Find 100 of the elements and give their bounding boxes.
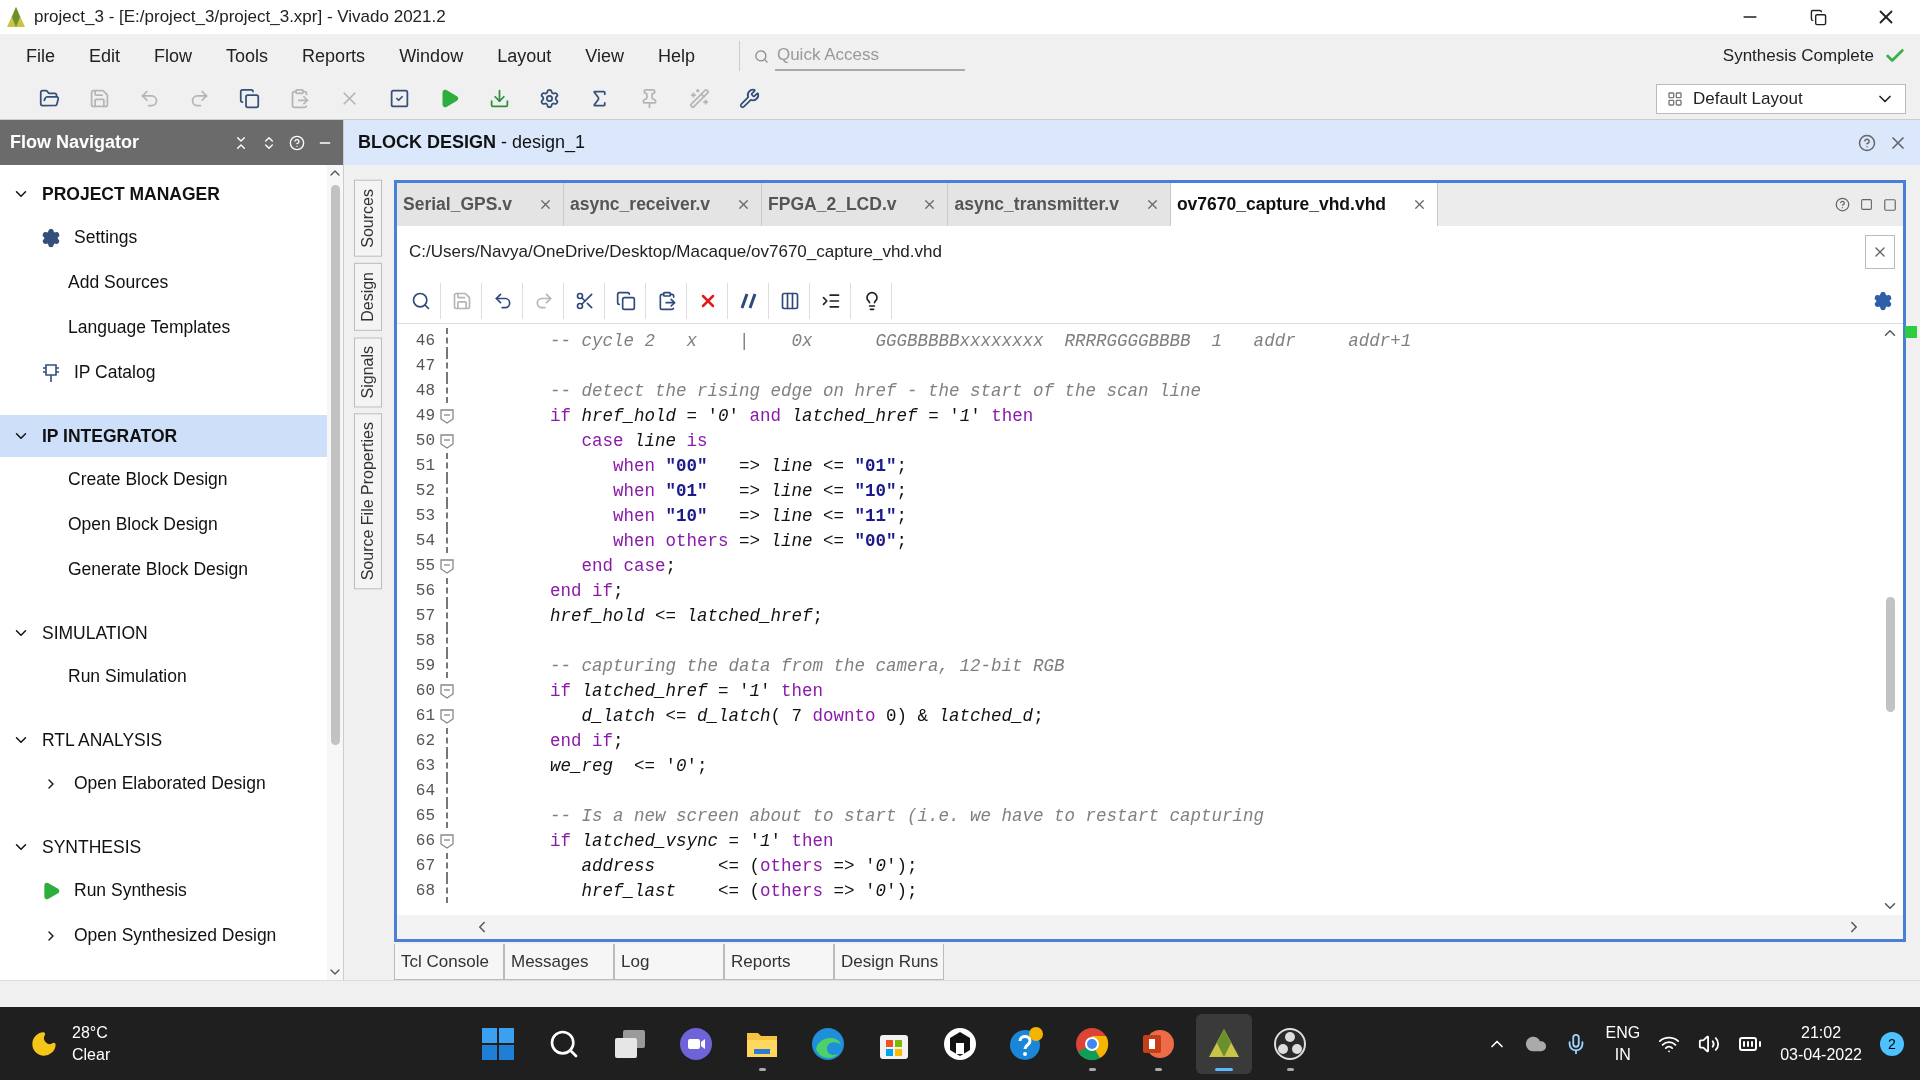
fold-icon[interactable] (438, 431, 456, 450)
temperature: 28°C (72, 1022, 109, 1043)
panel-title: BLOCK DESIGN - design_1 (358, 132, 587, 153)
menu-item[interactable]: File (26, 45, 55, 67)
scrollbar-thumb[interactable] (330, 185, 340, 745)
line-number: 53 (414, 506, 435, 525)
settings-icon (41, 227, 61, 248)
fold-icon[interactable] (438, 406, 456, 425)
nav-section-header[interactable]: RTL ANALYSIS (0, 719, 327, 761)
code-line: end if; (549, 580, 624, 601)
nav-section-header[interactable]: SYNTHESIS (0, 826, 327, 868)
code-line: if latched_vsync = '1' then (549, 830, 834, 851)
line-number: 62 (414, 731, 435, 750)
bottom-tab[interactable]: Reports (724, 944, 834, 980)
code-line: when others => line <= "00"; (612, 530, 908, 551)
line-number: 64 (414, 781, 435, 800)
side-tab[interactable]: Signals (354, 336, 382, 407)
nav-item[interactable]: Create Block Design (68, 469, 228, 490)
nav-item[interactable]: IP Catalog (74, 362, 156, 383)
window-title: project_3 - [E:/project_3/project_3.xpr] - Vivado 2021.2 (34, 7, 447, 27)
code-line: if href_hold = '0' and latched_href = '1' then (549, 405, 1034, 426)
line-number: 56 (414, 581, 435, 600)
fold-icon[interactable] (438, 556, 456, 575)
taskbar-app[interactable] (1196, 1013, 1252, 1074)
moon-icon (30, 1029, 58, 1058)
bottom-tab[interactable]: Log (614, 944, 724, 980)
restore-icon[interactable] (1809, 8, 1827, 26)
wand-icon (688, 88, 710, 109)
folder-icon (38, 88, 60, 109)
nav-item[interactable]: Run Synthesis (74, 880, 187, 901)
maximize-icon[interactable] (1883, 197, 1897, 212)
clock-time[interactable]: 21:02 (1801, 1021, 1842, 1044)
code-line: -- cycle 2 x | 0x GGGBBBBBxxxxxxxx RRRRGGGGBBBB 1 addr addr+1 (549, 330, 1412, 351)
line-number: 63 (414, 756, 435, 775)
columns-icon (779, 290, 800, 311)
menu-item[interactable]: Flow (154, 45, 193, 67)
menu-item[interactable]: View (585, 45, 624, 67)
region-indicator[interactable]: IN (1614, 1043, 1631, 1066)
line-number: 50 (414, 431, 435, 450)
menu-item[interactable]: Help (657, 45, 695, 67)
copy-icon (615, 290, 636, 311)
status-marker (1905, 326, 1917, 338)
nav-item[interactable]: Settings (74, 227, 138, 248)
layout-dropdown[interactable]: Default Layout (1656, 83, 1906, 114)
app-logo-icon (6, 6, 26, 28)
play-icon (41, 880, 61, 901)
nav-item[interactable]: Open Synthesized Design (74, 925, 277, 946)
menu-item[interactable]: Tools (226, 45, 269, 67)
code-line: -- capturing the data from the camera, 12-bit RGB (549, 655, 1065, 676)
side-tab[interactable]: Sources (354, 180, 382, 257)
nav-section-header[interactable]: SIMULATION (0, 612, 327, 654)
code-line: -- Is a new screen about to start (i.e. we have to restart capturing (549, 805, 1265, 826)
line-number: 57 (414, 606, 435, 625)
menu-item[interactable]: Layout (497, 45, 552, 67)
code-line: d_latch <= d_latch( 7 downto 0) & latched_d; (580, 705, 1044, 726)
browser-icon (1075, 1026, 1109, 1061)
help-icon[interactable] (1858, 133, 1876, 152)
fold-icon[interactable] (438, 681, 456, 700)
menu-item[interactable]: Reports (302, 45, 366, 67)
copy-icon (238, 88, 260, 109)
side-tab[interactable]: Source File Properties (354, 413, 382, 590)
search-icon (410, 290, 431, 311)
scrollbar-thumb[interactable] (1885, 597, 1895, 712)
line-number: 67 (414, 856, 435, 875)
help-icon (1009, 1026, 1043, 1061)
wrench-icon (738, 88, 760, 109)
code-line: address <= (others => '0'); (580, 855, 918, 876)
quick-access-field[interactable]: Quick Access (774, 41, 965, 71)
help-icon[interactable] (1835, 197, 1850, 212)
file-path: C:/Users/Navya/OneDrive/Desktop/Macaque/ov7670_capture_vhd.vhd (409, 242, 943, 262)
language-indicator[interactable]: ENG (1605, 1021, 1641, 1044)
line-number: 61 (414, 706, 435, 725)
nav-section-header[interactable]: PROJECT MANAGER (0, 173, 327, 215)
nav-item[interactable]: Language Templates (68, 317, 231, 338)
layout-icon (1667, 90, 1683, 107)
nav-item[interactable]: Generate Block Design (68, 559, 248, 580)
browser-icon (811, 1026, 845, 1061)
bottom-tab[interactable]: Design Runs (834, 944, 944, 980)
nav-item[interactable]: Open Elaborated Design (74, 773, 266, 794)
menu-item[interactable]: Edit (89, 45, 121, 67)
line-number: 49 (414, 406, 435, 425)
nav-section-header[interactable]: IP INTEGRATOR (0, 415, 327, 457)
notification-badge[interactable]: 2 (1880, 1031, 1904, 1056)
side-tab[interactable]: Design (354, 262, 382, 331)
settings-icon[interactable] (1873, 290, 1893, 311)
circle-logo-icon (1273, 1026, 1307, 1061)
line-number: 52 (414, 481, 435, 500)
nav-item[interactable]: Run Simulation (68, 666, 187, 687)
nav-item[interactable]: Add Sources (68, 272, 169, 293)
clock-date[interactable]: 03-04-2022 (1780, 1043, 1862, 1066)
code-line: when "10" => line <= "11"; (612, 505, 908, 526)
line-number: 54 (414, 531, 435, 550)
bottom-tab[interactable]: Messages (504, 944, 614, 980)
code-line: if latched_href = '1' then (549, 680, 824, 701)
menu-item[interactable]: Window (399, 45, 464, 67)
nav-item[interactable]: Open Block Design (68, 514, 218, 535)
fold-icon[interactable] (438, 706, 456, 725)
fold-icon[interactable] (438, 831, 456, 850)
checkbox-icon (388, 88, 410, 109)
bottom-tab[interactable]: Tcl Console (394, 944, 504, 980)
